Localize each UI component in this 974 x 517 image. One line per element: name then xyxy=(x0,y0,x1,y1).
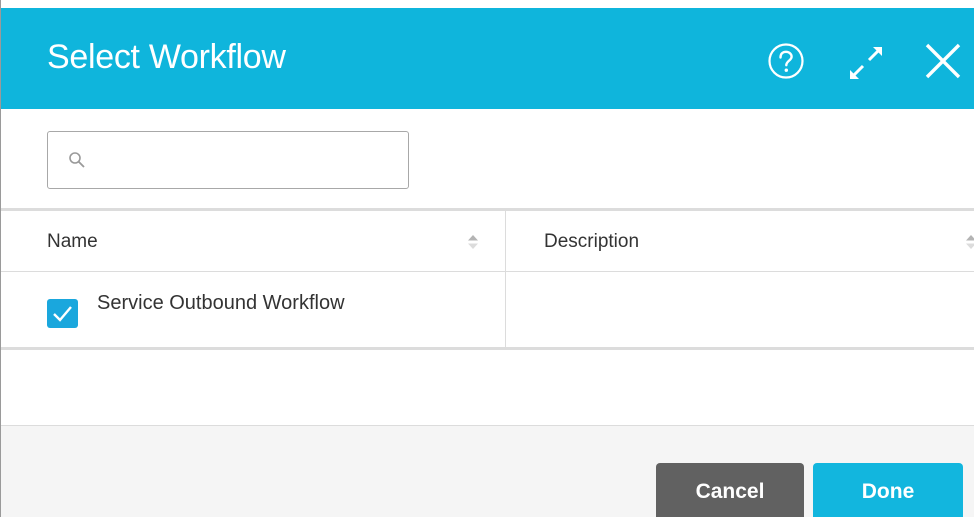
dialog-footer: Cancel Done xyxy=(1,425,974,517)
close-icon[interactable] xyxy=(923,41,963,81)
workflow-name-cell: Service Outbound Workflow xyxy=(97,292,345,314)
done-button[interactable]: Done xyxy=(813,463,963,517)
row-checkbox[interactable] xyxy=(47,299,78,328)
dialog-title: Select Workflow xyxy=(47,38,286,76)
sort-icon[interactable] xyxy=(467,233,479,251)
table-header: Name Description xyxy=(1,208,974,272)
dialog-titlebar: Select Workflow xyxy=(1,8,974,109)
sort-icon[interactable] xyxy=(965,233,974,251)
search-field[interactable] xyxy=(47,131,409,189)
checkmark-icon xyxy=(53,306,72,322)
cancel-button[interactable]: Cancel xyxy=(656,463,804,517)
expand-icon[interactable] xyxy=(844,41,888,85)
help-icon[interactable] xyxy=(767,42,805,80)
search-icon xyxy=(69,152,85,168)
select-workflow-dialog: Select Workflow Name Description Service… xyxy=(0,0,974,517)
table-row[interactable]: Service Outbound Workflow xyxy=(1,272,974,350)
column-header-description[interactable]: Description xyxy=(544,211,944,272)
search-input[interactable] xyxy=(96,142,400,180)
column-header-name[interactable]: Name xyxy=(47,211,487,272)
